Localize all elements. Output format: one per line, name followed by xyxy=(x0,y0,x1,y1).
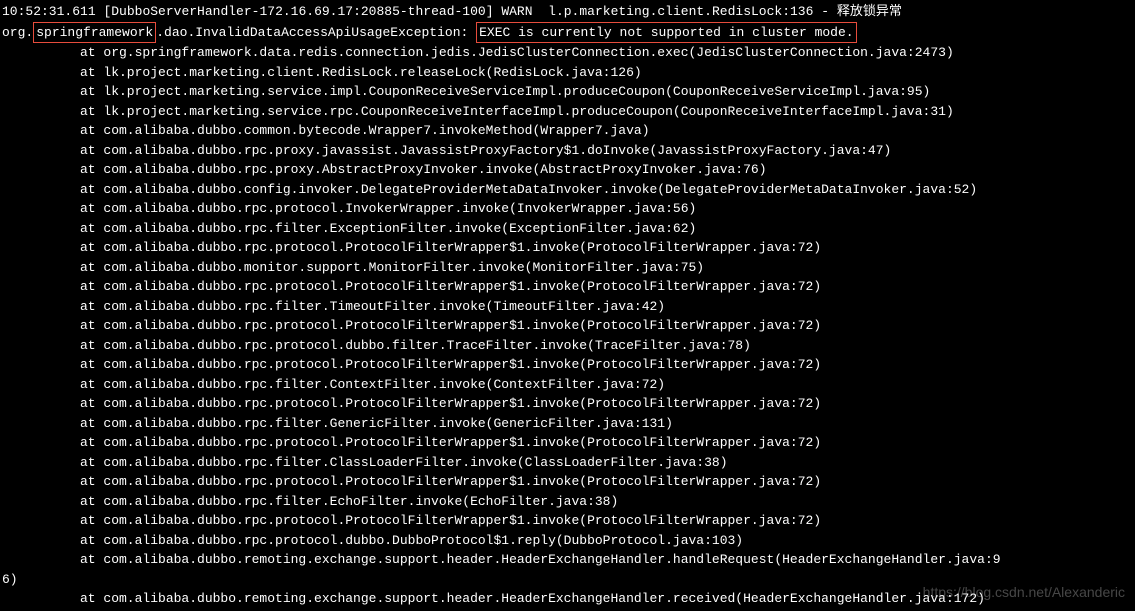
stack-trace-line: at com.alibaba.dubbo.config.invoker.Dele… xyxy=(2,180,1133,200)
thread-info: [DubboServerHandler-172.16.69.17:20885-t… xyxy=(103,4,493,19)
stack-trace-line: at com.alibaba.dubbo.rpc.protocol.Protoc… xyxy=(2,511,1133,531)
exception-line: org.springframework.dao.InvalidDataAcces… xyxy=(2,22,1133,44)
stack-trace-line: at com.alibaba.dubbo.rpc.protocol.Protoc… xyxy=(2,277,1133,297)
chinese-message: 释放锁异常 xyxy=(837,4,902,19)
timestamp: 10:52:31.611 xyxy=(2,4,96,19)
stack-trace-line: at com.alibaba.dubbo.rpc.protocol.Protoc… xyxy=(2,433,1133,453)
stack-trace-line: at com.alibaba.dubbo.rpc.filter.GenericF… xyxy=(2,414,1133,434)
stack-trace-container: at org.springframework.data.redis.connec… xyxy=(2,43,1133,570)
stack-trace-line: at com.alibaba.dubbo.rpc.protocol.dubbo.… xyxy=(2,531,1133,551)
exception-middle: .dao.InvalidDataAccessApiUsageException: xyxy=(156,25,476,40)
log-level: WARN xyxy=(501,4,532,19)
logger-name: l.p.marketing.client.RedisLock:136 xyxy=(548,4,813,19)
line-continuation: 6) xyxy=(2,570,1133,590)
stack-trace-line: at lk.project.marketing.service.rpc.Coup… xyxy=(2,102,1133,122)
stack-trace-line: at com.alibaba.dubbo.rpc.protocol.dubbo.… xyxy=(2,336,1133,356)
stack-trace-line: at lk.project.marketing.service.impl.Cou… xyxy=(2,82,1133,102)
highlighted-error-message: EXEC is currently not supported in clust… xyxy=(476,22,856,44)
stack-trace-line: at com.alibaba.dubbo.rpc.filter.EchoFilt… xyxy=(2,492,1133,512)
stack-trace-line: at com.alibaba.dubbo.common.bytecode.Wra… xyxy=(2,121,1133,141)
stack-trace-line: at lk.project.marketing.client.RedisLock… xyxy=(2,63,1133,83)
stack-trace-line: at com.alibaba.dubbo.rpc.protocol.Protoc… xyxy=(2,238,1133,258)
stack-trace-line: at com.alibaba.dubbo.rpc.filter.ContextF… xyxy=(2,375,1133,395)
stack-trace-line: at com.alibaba.dubbo.rpc.protocol.Invoke… xyxy=(2,199,1133,219)
log-header-line: 10:52:31.611 [DubboServerHandler-172.16.… xyxy=(2,2,1133,22)
stack-trace-line: at com.alibaba.dubbo.rpc.proxy.javassist… xyxy=(2,141,1133,161)
exception-prefix: org. xyxy=(2,25,33,40)
dash: - xyxy=(821,4,829,19)
stack-trace-line: at com.alibaba.dubbo.rpc.filter.TimeoutF… xyxy=(2,297,1133,317)
stack-trace-line: at com.alibaba.dubbo.rpc.protocol.Protoc… xyxy=(2,316,1133,336)
stack-trace-line: at com.alibaba.dubbo.rpc.filter.ClassLoa… xyxy=(2,453,1133,473)
stack-trace-line: at org.springframework.data.redis.connec… xyxy=(2,43,1133,63)
stack-trace-line: at com.alibaba.dubbo.rpc.protocol.Protoc… xyxy=(2,355,1133,375)
stack-trace-line: at com.alibaba.dubbo.rpc.protocol.Protoc… xyxy=(2,394,1133,414)
stack-trace-line: at com.alibaba.dubbo.rpc.proxy.AbstractP… xyxy=(2,160,1133,180)
stack-trace-line: at com.alibaba.dubbo.monitor.support.Mon… xyxy=(2,258,1133,278)
stack-trace-line: at com.alibaba.dubbo.remoting.exchange.s… xyxy=(2,589,1133,609)
stack-trace-line: at com.alibaba.dubbo.rpc.protocol.Protoc… xyxy=(2,472,1133,492)
highlighted-package: springframework xyxy=(33,22,156,44)
stack-trace-line: at com.alibaba.dubbo.remoting.exchange.s… xyxy=(2,550,1133,570)
stack-trace-line: at com.alibaba.dubbo.rpc.filter.Exceptio… xyxy=(2,219,1133,239)
